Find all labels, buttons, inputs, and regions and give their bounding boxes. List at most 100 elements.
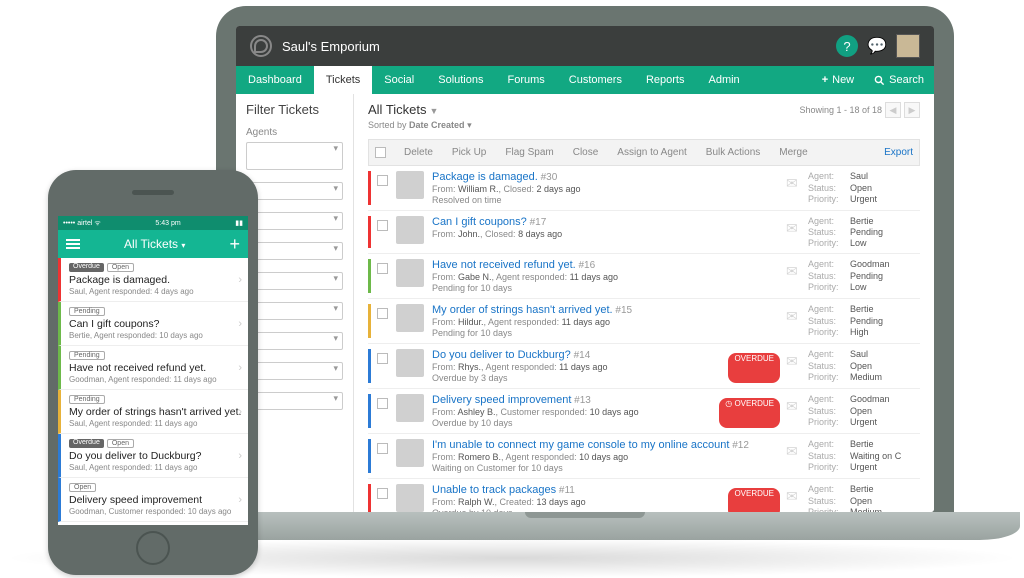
ticket-thumbnail bbox=[396, 259, 424, 287]
ticket-status-line: Overdue by 3 days bbox=[432, 373, 728, 383]
flag-spam-button[interactable]: Flag Spam bbox=[497, 145, 561, 160]
ticket-status-line: Pending for 10 days bbox=[432, 283, 784, 293]
export-link[interactable]: Export bbox=[884, 147, 913, 158]
row-checkbox[interactable] bbox=[377, 488, 388, 499]
overdue-badge: OVERDUE bbox=[728, 488, 780, 512]
ticket-row[interactable]: Do you deliver to Duckburg? #14From: Rhy… bbox=[368, 344, 920, 389]
menu-icon[interactable] bbox=[66, 239, 80, 249]
ticket-row[interactable]: Have not received refund yet. #16From: G… bbox=[368, 254, 920, 299]
overdue-badge: OVERDUE bbox=[728, 353, 780, 383]
status-tag: Open bbox=[107, 263, 134, 272]
tab-forums[interactable]: Forums bbox=[496, 66, 557, 94]
phone-ticket-row[interactable]: OpenDelivery speed improvementGoodman, C… bbox=[58, 478, 248, 522]
ticket-subject[interactable]: Package is damaged. bbox=[432, 171, 538, 183]
filter-dropdown[interactable] bbox=[246, 182, 343, 200]
ticket-type-icon: ✉ bbox=[786, 175, 802, 191]
ticket-props: Agent:GoodmanStatus:OpenPriority:Urgent bbox=[808, 394, 920, 428]
phone-ticket-row[interactable]: PendingMy order of strings hasn't arrive… bbox=[58, 390, 248, 434]
tab-admin[interactable]: Admin bbox=[697, 66, 752, 94]
ticket-subject[interactable]: Can I gift coupons? bbox=[432, 216, 527, 228]
phone-ticket-row[interactable]: PendingCan I gift coupons?Bertie, Agent … bbox=[58, 302, 248, 346]
home-button[interactable] bbox=[136, 531, 170, 565]
filter-dropdown[interactable] bbox=[246, 392, 343, 410]
laptop-frame: Saul's Emporium ? 💬 DashboardTicketsSoci… bbox=[150, 6, 1020, 562]
bulk-actions-button[interactable]: Bulk Actions bbox=[698, 145, 768, 160]
phone-ticket-row[interactable]: OverdueOpenDo you deliver to Duckburg?Sa… bbox=[58, 434, 248, 478]
phone-ticket-row[interactable]: PendingHave not received refund yet.Good… bbox=[58, 346, 248, 390]
filter-dropdown[interactable] bbox=[246, 272, 343, 290]
ticket-meta: From: Ralph W., Created: 13 days ago bbox=[432, 497, 728, 507]
ticket-row[interactable]: I'm unable to connect my game console to… bbox=[368, 434, 920, 479]
chevron-right-icon: › bbox=[238, 362, 242, 374]
assign-to-agent-button[interactable]: Assign to Agent bbox=[609, 145, 695, 160]
ticket-thumbnail bbox=[396, 484, 424, 512]
ticket-subject[interactable]: My order of strings hasn't arrived yet. bbox=[432, 304, 613, 316]
ticket-type-icon: ✉ bbox=[786, 308, 802, 324]
row-checkbox[interactable] bbox=[377, 220, 388, 231]
ticket-row[interactable]: Unable to track packages #11From: Ralph … bbox=[368, 479, 920, 512]
tab-tickets[interactable]: Tickets bbox=[314, 66, 372, 94]
row-checkbox[interactable] bbox=[377, 443, 388, 454]
ticket-row[interactable]: Delivery speed improvement #13From: Ashl… bbox=[368, 389, 920, 434]
ticket-id: #14 bbox=[574, 350, 591, 361]
prev-page-button[interactable]: ◀ bbox=[885, 102, 901, 118]
row-checkbox[interactable] bbox=[377, 175, 388, 186]
phone-ticket-meta: Bertie, Agent responded: 10 days ago bbox=[69, 331, 242, 340]
ticket-row[interactable]: Can I gift coupons? #17From: John., Clos… bbox=[368, 211, 920, 254]
next-page-button[interactable]: ▶ bbox=[904, 102, 920, 118]
row-checkbox[interactable] bbox=[377, 263, 388, 274]
ticket-subject[interactable]: I'm unable to connect my game console to… bbox=[432, 439, 729, 451]
avatar[interactable] bbox=[896, 34, 920, 58]
chevron-right-icon: › bbox=[238, 450, 242, 462]
status-tag: Pending bbox=[69, 351, 105, 360]
ticket-props: Agent:BertieStatus:PendingPriority:Low bbox=[808, 216, 920, 248]
agents-dropdown[interactable] bbox=[246, 142, 343, 170]
status-tag: Pending bbox=[69, 307, 105, 316]
search-button[interactable]: Search bbox=[864, 66, 934, 94]
filter-dropdown[interactable] bbox=[246, 332, 343, 350]
row-checkbox[interactable] bbox=[377, 353, 388, 364]
chevron-right-icon: › bbox=[238, 318, 242, 330]
chevron-right-icon: › bbox=[238, 274, 242, 286]
ticket-subject[interactable]: Do you deliver to Duckburg? bbox=[432, 349, 571, 361]
list-title[interactable]: All Tickets▼ bbox=[368, 102, 472, 117]
close-button[interactable]: Close bbox=[565, 145, 607, 160]
row-checkbox[interactable] bbox=[377, 308, 388, 319]
tab-customers[interactable]: Customers bbox=[557, 66, 634, 94]
filter-dropdown[interactable] bbox=[246, 212, 343, 230]
chevron-down-icon: ▼ bbox=[430, 106, 439, 116]
chat-icon[interactable]: 💬 bbox=[866, 35, 888, 57]
pick-up-button[interactable]: Pick Up bbox=[444, 145, 494, 160]
filter-dropdown[interactable] bbox=[246, 362, 343, 380]
help-icon[interactable]: ? bbox=[836, 35, 858, 57]
phone-frame: ••••• airtel ᯤ 5:43 pm ▮▮ All Tickets ▾ … bbox=[48, 170, 258, 575]
tab-dashboard[interactable]: Dashboard bbox=[236, 66, 314, 94]
ticket-status-line: Pending for 10 days bbox=[432, 328, 784, 338]
chevron-right-icon: › bbox=[238, 406, 242, 418]
filter-dropdown[interactable] bbox=[246, 302, 343, 320]
ticket-subject[interactable]: Unable to track packages bbox=[432, 484, 556, 496]
ticket-subject[interactable]: Delivery speed improvement bbox=[432, 394, 571, 406]
ticket-type-icon: ✉ bbox=[786, 398, 802, 414]
select-all-checkbox[interactable] bbox=[375, 147, 386, 158]
status-tag: Pending bbox=[69, 395, 105, 404]
ticket-meta: From: John., Closed: 8 days ago bbox=[432, 229, 784, 239]
filter-dropdown[interactable] bbox=[246, 242, 343, 260]
ticket-row[interactable]: My order of strings hasn't arrived yet. … bbox=[368, 299, 920, 344]
ticket-subject[interactable]: Have not received refund yet. bbox=[432, 259, 576, 271]
ticket-id: #13 bbox=[574, 395, 591, 406]
chevron-right-icon: › bbox=[238, 494, 242, 506]
add-button[interactable]: + bbox=[229, 234, 240, 255]
phone-ticket-row[interactable]: OverdueOpenPackage is damaged.Saul, Agen… bbox=[58, 258, 248, 302]
tab-reports[interactable]: Reports bbox=[634, 66, 697, 94]
row-checkbox[interactable] bbox=[377, 398, 388, 409]
phone-title[interactable]: All Tickets bbox=[124, 237, 178, 251]
ticket-props: Agent:SaulStatus:OpenPriority:Urgent bbox=[808, 171, 920, 205]
merge-button[interactable]: Merge bbox=[771, 145, 815, 160]
new-button[interactable]: +New bbox=[812, 66, 864, 94]
ticket-row[interactable]: Package is damaged. #30From: William R.,… bbox=[368, 166, 920, 211]
overdue-badge: ◷ OVERDUE bbox=[719, 398, 780, 428]
tab-social[interactable]: Social bbox=[372, 66, 426, 94]
delete-button[interactable]: Delete bbox=[396, 145, 441, 160]
tab-solutions[interactable]: Solutions bbox=[426, 66, 495, 94]
